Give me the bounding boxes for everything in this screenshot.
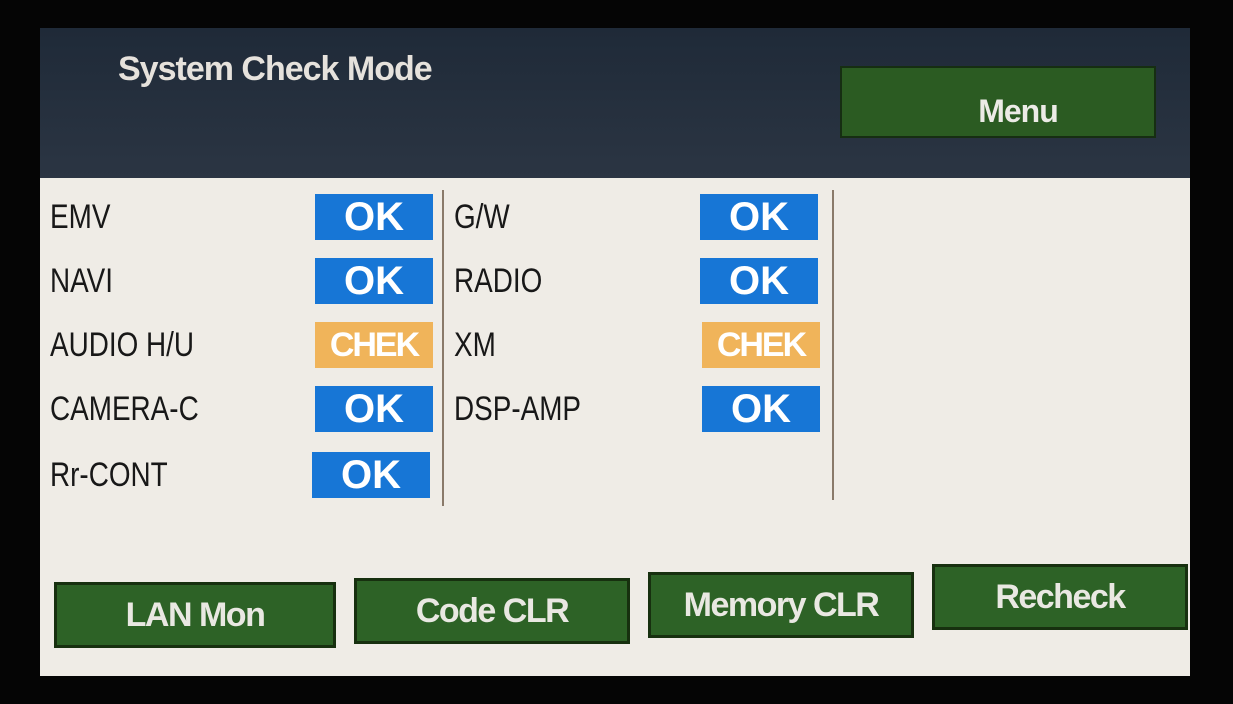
column-divider-right <box>832 190 834 500</box>
status-badge-radio: OK <box>700 258 818 304</box>
device-label: G/W <box>454 197 510 236</box>
column-divider-left <box>442 190 444 506</box>
menu-button[interactable]: Menu <box>840 66 1156 138</box>
system-check-screen: System Check Mode Menu EMV OK NAVI OK AU… <box>40 28 1190 676</box>
status-badge-gw: OK <box>700 194 818 240</box>
status-badge-camera-c: OK <box>315 386 433 432</box>
status-badge-dsp-amp: OK <box>702 386 820 432</box>
device-label: AUDIO H/U <box>50 325 195 364</box>
status-row-emv: EMV <box>50 194 124 240</box>
device-label: RADIO <box>454 261 543 300</box>
status-row-rr-cont: Rr-CONT <box>50 452 194 498</box>
device-label: NAVI <box>50 261 114 300</box>
status-row-audio-hu: AUDIO H/U <box>50 322 226 368</box>
device-label: XM <box>454 325 496 364</box>
device-label: Rr-CONT <box>50 455 168 494</box>
status-row-radio: RADIO <box>454 258 562 304</box>
lan-mon-button[interactable]: LAN Mon <box>54 582 336 648</box>
status-row-xm: XM <box>454 322 505 368</box>
recheck-button[interactable]: Recheck <box>932 564 1188 630</box>
header-bar: System Check Mode Menu <box>40 28 1190 178</box>
status-row-camera-c: CAMERA-C <box>50 386 231 432</box>
status-badge-audio-hu: CHEK <box>315 322 433 368</box>
status-row-navi: NAVI <box>50 258 127 304</box>
status-badge-navi: OK <box>315 258 433 304</box>
status-badge-rr-cont: OK <box>312 452 430 498</box>
status-row-dsp-amp: DSP-AMP <box>454 386 609 432</box>
status-row-gw: G/W <box>454 194 522 240</box>
page-title: System Check Mode <box>118 50 433 88</box>
device-label: CAMERA-C <box>50 389 199 428</box>
device-label: DSP-AMP <box>454 389 582 428</box>
device-label: EMV <box>50 197 111 236</box>
memory-clr-button[interactable]: Memory CLR <box>648 572 914 638</box>
status-badge-emv: OK <box>315 194 433 240</box>
status-badge-xm: CHEK <box>702 322 820 368</box>
code-clr-button[interactable]: Code CLR <box>354 578 630 644</box>
